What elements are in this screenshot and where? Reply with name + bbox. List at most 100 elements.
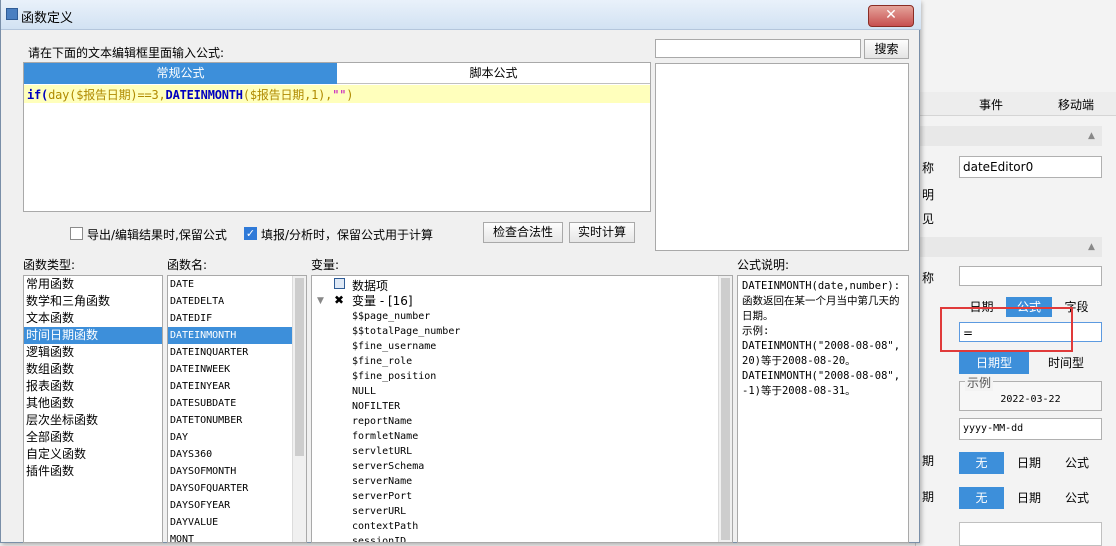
variable-item[interactable]: serverName (352, 474, 460, 489)
collapse-icon[interactable]: ▲ (1088, 131, 1095, 141)
variable-item[interactable]: serverSchema (352, 459, 460, 474)
seg-date-type[interactable]: 日期型 (959, 352, 1029, 374)
variable-item[interactable]: $fine_role (352, 354, 460, 369)
seg-max-formula[interactable]: 公式 (1054, 487, 1100, 509)
function-type-item[interactable]: 逻辑函数 (24, 344, 162, 361)
editor-prompt: 请在下面的文本编辑框里面输入公式: (28, 46, 225, 60)
variable-item[interactable]: formletName (352, 429, 460, 444)
panel-extra-input[interactable] (959, 522, 1102, 546)
variable-item[interactable]: $fine_position (352, 369, 460, 384)
function-type-item[interactable]: 常用函数 (24, 276, 162, 293)
function-type-item[interactable]: 文本函数 (24, 310, 162, 327)
seg-min-formula[interactable]: 公式 (1054, 452, 1100, 474)
panel-section-header-2[interactable] (916, 237, 1102, 257)
function-types-label: 函数类型: (23, 258, 76, 272)
function-name-item[interactable]: DAYSOFQUARTER (168, 480, 306, 497)
highlight-box (940, 307, 1073, 352)
tree-expand-icon[interactable]: ▼ (317, 296, 324, 306)
keep-on-export-label: 导出/编辑结果时,保留公式 (87, 228, 227, 242)
tab-script-formula[interactable]: 脚本公式 (337, 63, 650, 84)
seg-min-date[interactable]: 日期 (1006, 452, 1052, 474)
dialog-titlebar[interactable] (1, 0, 921, 30)
variable-group-icon: ✖ (334, 293, 345, 307)
function-name-item[interactable]: DAYSOFMONTH (168, 463, 306, 480)
keep-on-fill-checkbox[interactable]: ✓ (244, 227, 257, 240)
collapse-icon-2[interactable]: ▲ (1088, 242, 1095, 252)
function-name-item[interactable]: MONT (168, 531, 306, 542)
function-name-item[interactable]: DAYS360 (168, 446, 306, 463)
variable-item[interactable]: $$totalPage_number (352, 324, 460, 339)
function-name-item[interactable]: DATEDELTA (168, 293, 306, 310)
function-name-item[interactable]: DATEINYEAR (168, 378, 306, 395)
close-button[interactable]: ✕ (868, 5, 914, 27)
function-type-item[interactable]: 其他函数 (24, 395, 162, 412)
panel-tab-mobile[interactable]: 移动端 (1036, 96, 1116, 113)
variable-item[interactable]: serverPort (352, 489, 460, 504)
panel-label-d: 期 (922, 454, 935, 468)
function-name-list[interactable]: DATE DATEDELTA DATEDIF DATEINMONTH DATEINQUA… (167, 275, 307, 543)
date-format-input[interactable]: yyyy-MM-dd (959, 418, 1102, 440)
panel-section-header[interactable] (916, 126, 1102, 146)
function-type-item[interactable]: 自定义函数 (24, 446, 162, 463)
function-dialog: 函数定义 ✕ 请在下面的文本编辑框里面输入公式: 搜索 常规公式 脚本公式 if… (0, 0, 921, 543)
property-panel: 事件 移动端 ▲ 称 dateEditor0 明 见 ▲ 称 日期 公式 字段 … (915, 0, 1116, 546)
function-name-item[interactable]: DAYVALUE (168, 514, 306, 531)
variable-item[interactable]: servletURL (352, 444, 460, 459)
function-name-item[interactable]: DATE (168, 276, 306, 293)
variable-item[interactable]: contextPath (352, 519, 460, 534)
variable-item[interactable]: $fine_username (352, 339, 460, 354)
realtime-calc-button[interactable]: 实时计算 (569, 222, 635, 243)
variable-tree[interactable]: 数据项 ▼ ✖ 变量 - [16] $$page_number $$totalPa… (311, 275, 733, 543)
function-name-item[interactable]: DATEINQUARTER (168, 344, 306, 361)
function-type-item[interactable]: 数学和三角函数 (24, 293, 162, 310)
check-validity-button[interactable]: 检查合法性 (483, 222, 563, 243)
variable-item[interactable]: $$page_number (352, 309, 460, 324)
seg-min-none[interactable]: 无 (959, 452, 1004, 474)
panel-label-c: 见 (922, 212, 935, 226)
function-type-item[interactable]: 报表函数 (24, 378, 162, 395)
function-type-item[interactable]: 数组函数 (24, 361, 162, 378)
seg-max-date[interactable]: 日期 (1006, 487, 1052, 509)
widget-label-input[interactable] (959, 266, 1102, 286)
data-item-icon (334, 278, 345, 289)
variable-item[interactable]: NULL (352, 384, 460, 399)
formula-token: ( (242, 88, 250, 102)
seg-time-type[interactable]: 时间型 (1031, 352, 1101, 374)
search-result-box (655, 63, 909, 251)
panel-label-e: 期 (922, 490, 935, 504)
function-type-item[interactable]: 时间日期函数 (24, 327, 162, 344)
variable-scrollbar[interactable] (718, 276, 732, 542)
tab-normal-formula[interactable]: 常规公式 (24, 63, 337, 84)
tree-variable-group[interactable]: 变量 - [16] (352, 292, 413, 309)
function-name-item[interactable]: DATEINMONTH (168, 327, 306, 344)
formula-token: )==3, (130, 88, 166, 102)
widget-name-input[interactable]: dateEditor0 (959, 156, 1102, 178)
function-type-item[interactable]: 插件函数 (24, 463, 162, 480)
formula-token: ) (346, 88, 354, 102)
panel-label-b: 明 (922, 188, 935, 202)
scrollbar-thumb[interactable] (295, 278, 304, 456)
variable-item[interactable]: NOFILTER (352, 399, 460, 414)
function-name-item[interactable]: DATESUBDATE (168, 395, 306, 412)
function-type-list[interactable]: 常用函数 数学和三角函数 文本函数 时间日期函数 逻辑函数 数组函数 报表函数 其他函数 层次坐… (23, 275, 163, 543)
function-name-item[interactable]: DAYSOFYEAR (168, 497, 306, 514)
function-type-item[interactable]: 全部函数 (24, 429, 162, 446)
function-search-input[interactable] (655, 39, 861, 58)
function-type-item[interactable]: 层次坐标函数 (24, 412, 162, 429)
seg-max-none[interactable]: 无 (959, 487, 1004, 509)
dialog-app-icon (6, 8, 18, 20)
keep-on-export-checkbox[interactable] (70, 227, 83, 240)
formula-text[interactable]: if(day($报告日期)==3,DATEINMONTH($报告日期,1),""… (27, 86, 353, 103)
function-name-scrollbar[interactable] (292, 276, 306, 542)
variable-item[interactable]: reportName (352, 414, 460, 429)
function-name-item[interactable]: DAY (168, 429, 306, 446)
search-button[interactable]: 搜索 (864, 39, 909, 59)
function-name-item[interactable]: DATEINWEEK (168, 361, 306, 378)
panel-tab-event[interactable]: 事件 (951, 96, 1031, 113)
function-name-item[interactable]: DATETONUMBER (168, 412, 306, 429)
function-description: DATEINMONTH(date,number):函数返回在某一个月当中第几天的… (737, 275, 909, 543)
variable-item[interactable]: serverURL (352, 504, 460, 519)
function-name-item[interactable]: DATEDIF (168, 310, 306, 327)
scrollbar-thumb[interactable] (721, 278, 730, 540)
variable-item[interactable]: sessionID (352, 534, 460, 542)
